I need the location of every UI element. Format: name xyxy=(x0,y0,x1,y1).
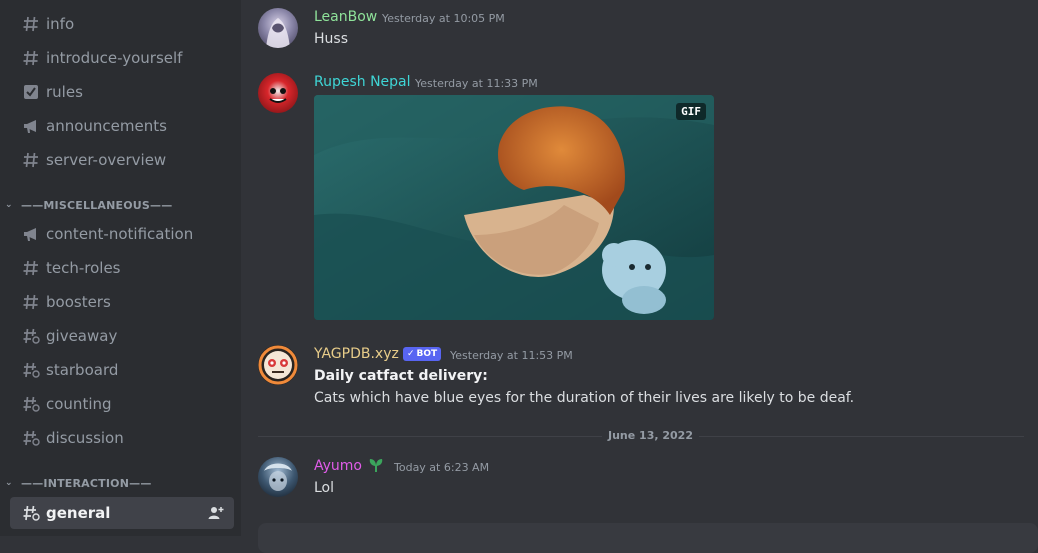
gif-badge: GIF xyxy=(676,103,706,120)
verified-check-icon: ✓ xyxy=(407,349,415,359)
channel-label: announcements xyxy=(46,117,167,135)
category-miscellaneous[interactable]: ⌄ ——MISCELLANEOUS—— xyxy=(5,197,172,213)
channel-server-overview[interactable]: server-overview xyxy=(10,144,234,176)
channel-tech-roles[interactable]: tech-roles xyxy=(10,252,234,284)
username[interactable]: YAGPDB.xyz xyxy=(314,346,399,362)
channel-label: starboard xyxy=(46,361,119,379)
channel-label: server-overview xyxy=(46,151,167,169)
date-divider-label: June 13, 2022 xyxy=(602,429,699,442)
channel-label: content-notification xyxy=(46,225,194,243)
channel-general[interactable]: general xyxy=(10,497,234,529)
avatar[interactable] xyxy=(258,8,298,48)
channel-counting[interactable]: counting xyxy=(10,388,234,420)
channel-label: giveaway xyxy=(46,327,118,345)
channel-giveaway[interactable]: giveaway xyxy=(10,320,234,352)
channel-label: info xyxy=(46,15,75,33)
message-text: Cats which have blue eyes for the durati… xyxy=(314,390,855,406)
megaphone-icon xyxy=(18,117,44,135)
timestamp: Yesterday at 11:53 PM xyxy=(450,349,573,362)
channel-label: boosters xyxy=(46,293,111,311)
username[interactable]: Rupesh Nepal xyxy=(314,74,411,90)
channel-label: general xyxy=(46,504,111,522)
channel-label: tech-roles xyxy=(46,259,121,277)
channel-introduce-yourself[interactable]: introduce-yourself xyxy=(10,42,234,74)
hash-thread-icon xyxy=(18,327,44,345)
add-member-icon[interactable] xyxy=(208,505,224,525)
hash-icon xyxy=(18,15,44,33)
timestamp: Today at 6:23 AM xyxy=(394,461,490,474)
channel-starboard[interactable]: starboard xyxy=(10,354,234,386)
message-composer[interactable] xyxy=(258,523,1038,553)
hash-icon xyxy=(18,49,44,67)
chevron-down-icon: ⌄ xyxy=(5,200,13,210)
channel-discussion[interactable]: discussion xyxy=(10,422,234,454)
username[interactable]: Ayumo xyxy=(314,458,362,474)
timestamp: Yesterday at 11:33 PM xyxy=(415,77,538,90)
checkbox-icon xyxy=(18,83,44,101)
bot-badge: ✓ BOT xyxy=(403,347,442,361)
avatar[interactable] xyxy=(258,457,298,497)
hash-thread-icon xyxy=(18,395,44,413)
avatar[interactable] xyxy=(258,73,298,113)
hash-thread-icon xyxy=(18,361,44,379)
sprout-role-icon xyxy=(367,456,385,478)
avatar[interactable] xyxy=(258,345,298,385)
hash-thread-icon xyxy=(18,504,44,522)
hash-icon xyxy=(18,293,44,311)
channel-sidebar: info introduce-yourself rules announceme… xyxy=(0,0,241,536)
hash-icon xyxy=(18,259,44,277)
chevron-down-icon: ⌄ xyxy=(5,478,13,488)
channel-content-notification[interactable]: content-notification xyxy=(10,218,234,250)
message-text: Lol xyxy=(314,480,335,496)
channel-label: rules xyxy=(46,83,83,101)
channel-label: counting xyxy=(46,395,112,413)
channel-boosters[interactable]: boosters xyxy=(10,286,234,318)
message-text: Huss xyxy=(314,31,348,47)
message-title: Daily catfact delivery: xyxy=(314,368,488,384)
channel-announcements[interactable]: announcements xyxy=(10,110,234,142)
gif-image xyxy=(314,95,714,320)
category-label: ——MISCELLANEOUS—— xyxy=(21,198,173,212)
bot-badge-label: BOT xyxy=(416,349,438,359)
timestamp: Yesterday at 10:05 PM xyxy=(382,12,505,25)
chat-area: LeanBow Yesterday at 10:05 PM Huss Rupes… xyxy=(241,0,1038,553)
category-label: ——INTERACTION—— xyxy=(21,476,152,490)
megaphone-icon xyxy=(18,225,44,243)
channel-label: introduce-yourself xyxy=(46,49,183,67)
category-interaction[interactable]: ⌄ ——INTERACTION—— xyxy=(5,475,152,491)
username[interactable]: LeanBow xyxy=(314,9,377,25)
channel-rules[interactable]: rules xyxy=(10,76,234,108)
hash-thread-icon xyxy=(18,429,44,447)
channel-label: discussion xyxy=(46,429,124,447)
hash-icon xyxy=(18,151,44,169)
gif-embed[interactable]: GIF xyxy=(314,95,714,320)
channel-info[interactable]: info xyxy=(10,8,234,40)
